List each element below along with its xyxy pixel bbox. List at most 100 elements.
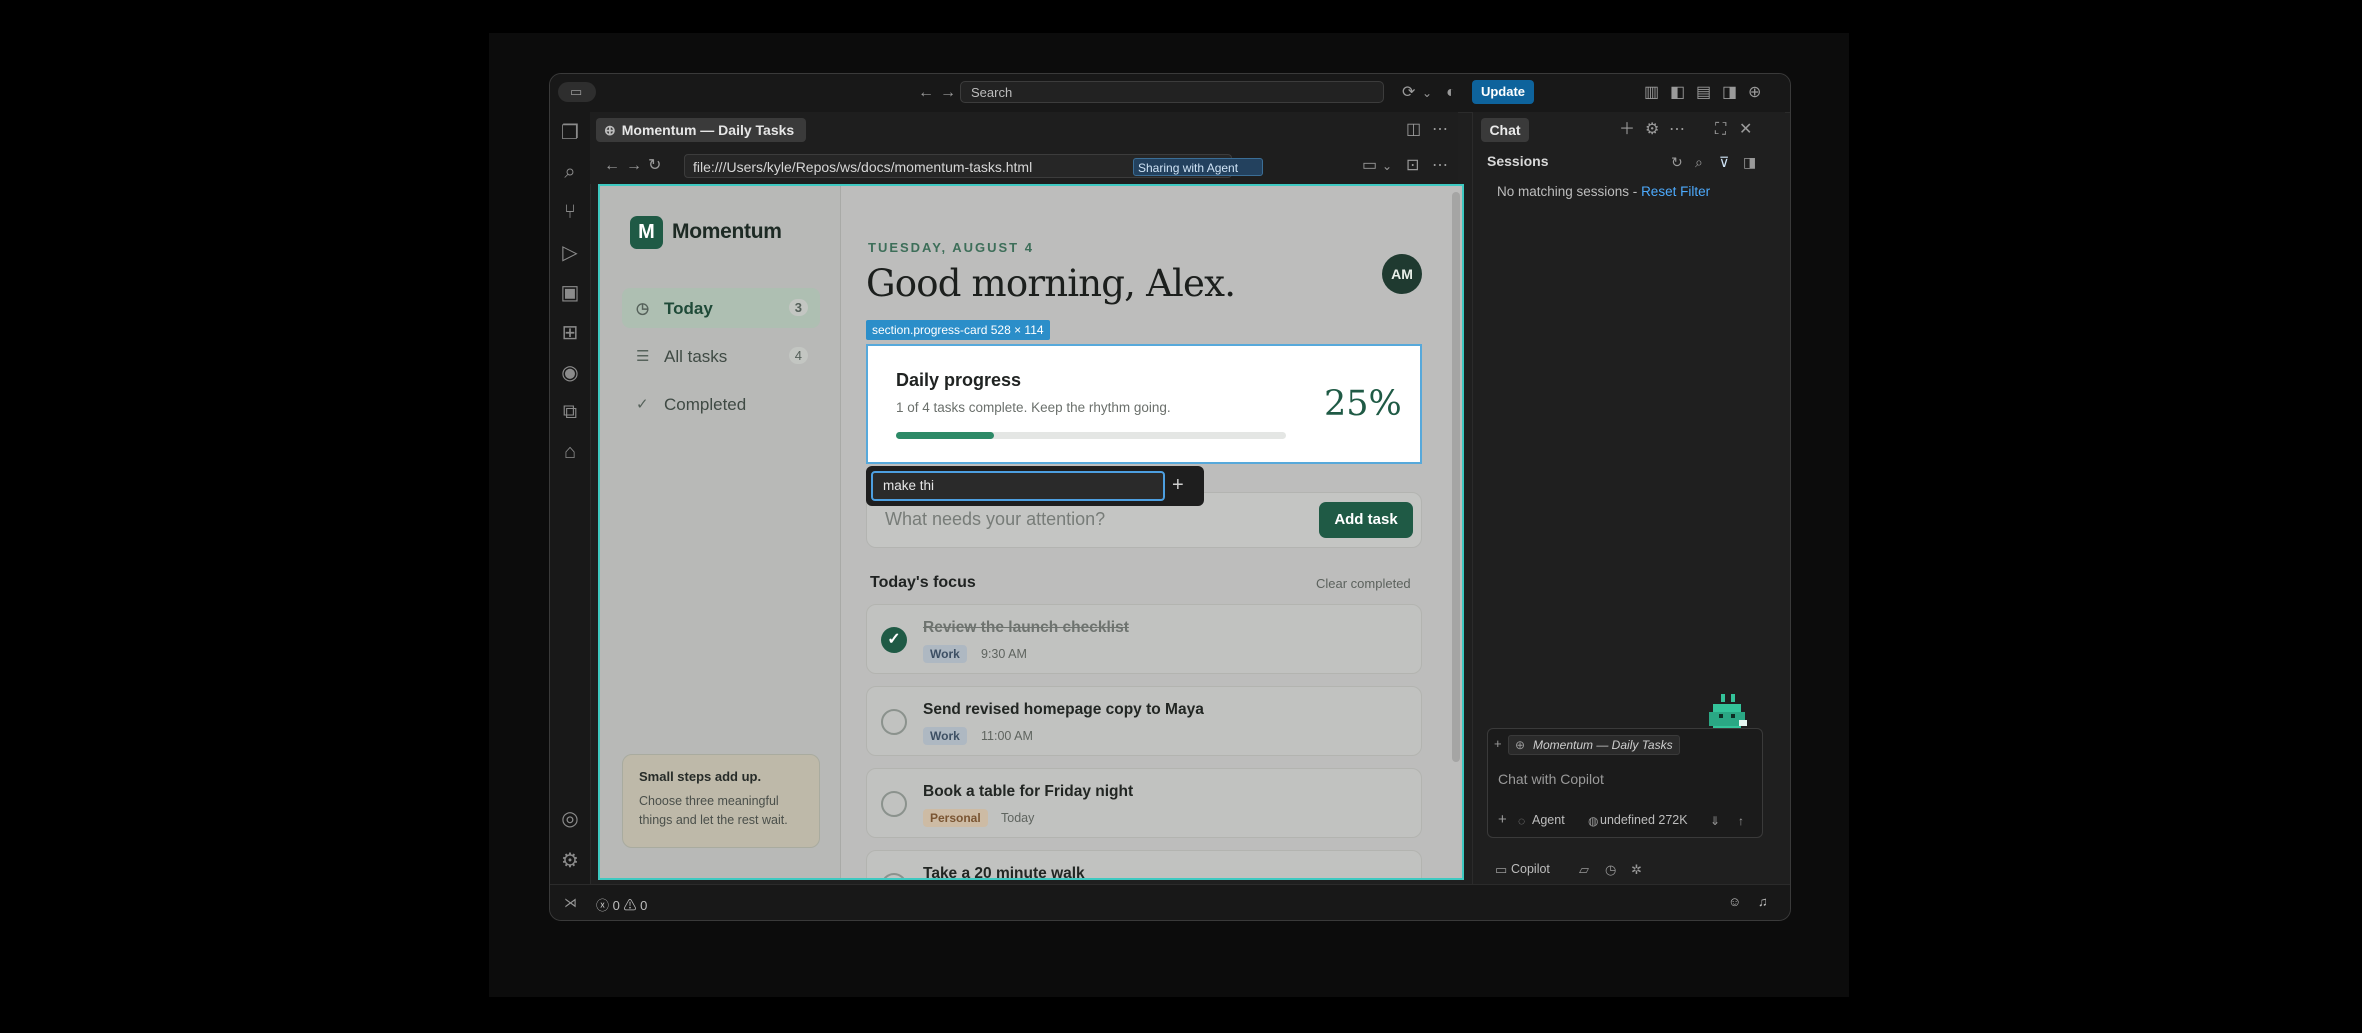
send-icon[interactable]: ↑ <box>1738 813 1744 829</box>
context-chip[interactable]: ⊕ Momentum — Daily Tasks <box>1508 735 1680 755</box>
command-search[interactable]: Search <box>960 81 1384 103</box>
avatar[interactable]: AM <box>1382 254 1422 294</box>
sparkle-icon[interactable]: ✲ <box>1631 862 1642 878</box>
task-time: Today <box>1001 811 1035 825</box>
checkbox[interactable] <box>881 791 907 817</box>
chat-sessions-icon[interactable]: ⧉ <box>550 392 590 432</box>
new-chat-icon[interactable]: ＋ <box>1619 122 1635 138</box>
more-actions-icon[interactable]: ⋯ <box>1669 122 1685 138</box>
filter-icon[interactable]: ⊽ <box>1719 154 1729 170</box>
split-editor-icon[interactable]: ◫ <box>1406 122 1421 138</box>
checkbox[interactable] <box>881 709 907 735</box>
add-task-button[interactable]: Add task <box>1319 502 1413 538</box>
chevron-down-icon[interactable]: ⌄ <box>1422 85 1432 101</box>
gear-icon[interactable]: ⚙ <box>1645 122 1659 138</box>
focus-heading: Today's focus <box>870 574 976 591</box>
inspect-icon[interactable]: ⊡ <box>1406 158 1419 174</box>
bell-icon[interactable]: ♫ <box>1758 894 1768 909</box>
copilot-footer-label[interactable]: Copilot <box>1511 862 1550 876</box>
comment-icon[interactable]: ▱ <box>1579 862 1589 878</box>
maximize-icon[interactable]: ⛶ <box>1715 122 1726 138</box>
task-item[interactable]: Take a 20 minute walk <box>866 850 1422 878</box>
nav-item-all-tasks[interactable]: ☰ All tasks 4 <box>622 336 820 376</box>
progress-percent: 25% <box>1324 384 1402 424</box>
plus-icon[interactable]: + <box>1172 474 1184 497</box>
app-sidebar: M Momentum ◷ Today 3 ☰ All tasks 4 ✓ Com… <box>600 186 841 878</box>
check-icon: ✓ <box>636 396 649 413</box>
update-button[interactable]: Update <box>1472 80 1534 104</box>
search-icon[interactable]: ⌕ <box>550 152 590 192</box>
history-icon[interactable]: ◷ <box>1605 862 1616 878</box>
remote-explorer-icon[interactable]: ▣ <box>550 272 590 312</box>
source-control-icon[interactable]: ⑂ <box>550 192 590 232</box>
greeting-heading: Good morning, Alex. <box>866 262 1236 305</box>
checkbox-checked[interactable]: ✓ <box>881 627 907 653</box>
task-item[interactable]: Send revised homepage copy to Maya Work … <box>866 686 1422 756</box>
task-title: Review the launch checklist <box>923 619 1129 636</box>
list-icon: ☰ <box>636 348 650 365</box>
more-actions-icon[interactable]: ⋯ <box>1432 122 1448 138</box>
copilot-status-icon[interactable]: ☺ <box>1728 894 1741 909</box>
nav-item-today[interactable]: ◷ Today 3 <box>622 288 820 328</box>
settings-gear-icon[interactable]: ⚙ <box>550 840 590 880</box>
task-tag: Work <box>923 727 967 745</box>
globe-icon[interactable]: ⊕ <box>1748 85 1761 101</box>
add-context-icon[interactable]: + <box>1494 736 1502 752</box>
download-icon[interactable]: ⇓ <box>1710 813 1720 829</box>
search-icon[interactable]: ⌕ <box>1695 154 1703 170</box>
chat-input-box: + ⊕ Momentum — Daily Tasks Chat with Cop… <box>1487 728 1763 838</box>
chat-tab[interactable]: Chat <box>1481 118 1529 142</box>
sidebar-left-icon[interactable]: ◧ <box>1670 85 1685 101</box>
url-field[interactable]: file:///Users/kyle/Repos/ws/docs/momentu… <box>684 154 1263 178</box>
github-icon[interactable]: ◉ <box>550 352 590 392</box>
sharing-badge[interactable]: Sharing with Agent <box>1133 158 1263 176</box>
explorer-icon[interactable]: ❐ <box>550 112 590 152</box>
attach-icon[interactable]: + <box>1498 812 1507 828</box>
activity-bar: ❐ ⌕ ⑂ ▷ ▣ ⊞ ◉ ⧉ ⌂ ◎ ⚙ <box>550 112 591 884</box>
reload-icon[interactable]: ↻ <box>648 158 661 174</box>
run-debug-icon[interactable]: ▷ <box>550 232 590 272</box>
close-icon[interactable]: ✕ <box>1739 122 1752 138</box>
more-actions-icon[interactable]: ⋯ <box>1432 158 1448 174</box>
scrollbar[interactable] <box>1452 192 1460 762</box>
add-task-input[interactable]: What needs your attention? <box>885 509 1105 530</box>
agent-mode-picker[interactable]: Agent <box>1532 813 1565 827</box>
chat-input[interactable]: Chat with Copilot <box>1498 771 1604 787</box>
refresh-icon[interactable]: ↻ <box>1671 154 1683 170</box>
problems-indicator[interactable]: ⓧ 0 ⚠ 0 <box>596 895 647 914</box>
sidebar-toggle-icon[interactable]: ◨ <box>1743 154 1756 170</box>
status-bar: ⋊ ⓧ 0 ⚠ 0 ☺ ♫ <box>550 884 1790 920</box>
back-arrow-icon[interactable]: ← <box>918 85 934 101</box>
comment-icon[interactable]: ▭ <box>1362 158 1377 174</box>
clear-completed-button[interactable]: Clear completed <box>1316 576 1411 591</box>
reset-filter-link[interactable]: Reset Filter <box>1641 184 1710 199</box>
sync-icon[interactable]: ⟳ <box>1402 85 1415 101</box>
clock-icon: ◷ <box>636 300 650 317</box>
remote-icon[interactable]: ⋊ <box>564 895 577 911</box>
progress-subtitle: 1 of 4 tasks complete. Keep the rhythm g… <box>896 400 1171 415</box>
back-arrow-icon[interactable]: ← <box>604 158 620 174</box>
extensions-icon[interactable]: ⊞ <box>550 312 590 352</box>
task-item[interactable]: Book a table for Friday night Personal T… <box>866 768 1422 838</box>
chevron-down-icon[interactable]: ⌄ <box>1382 158 1392 174</box>
ide-window: ▭ ← → Search ⟳ ⌄ ◐ Update ▥ ◧ ▤ ◨ ⊕ ❐ ⌕ … <box>549 73 1791 921</box>
account-icon[interactable]: ◎ <box>550 798 590 838</box>
layout-toggle-button[interactable]: ▭ <box>558 82 596 102</box>
checkbox[interactable] <box>881 873 907 878</box>
browser-viewport: M Momentum ◷ Today 3 ☰ All tasks 4 ✓ Com… <box>598 184 1464 880</box>
task-item[interactable]: ✓ Review the launch checklist Work 9:30 … <box>866 604 1422 674</box>
panel-bottom-icon[interactable]: ▤ <box>1696 85 1711 101</box>
containers-icon[interactable]: ⌂ <box>550 432 590 472</box>
tab-momentum[interactable]: ⊕ Momentum — Daily Tasks <box>596 118 806 142</box>
copilot-icon[interactable]: ◐ <box>1446 85 1456 101</box>
forward-arrow-icon[interactable]: → <box>626 158 642 174</box>
layout-icon[interactable]: ▥ <box>1644 85 1659 101</box>
edit-prompt-input[interactable]: make thi <box>871 471 1165 501</box>
forward-arrow-icon[interactable]: → <box>940 85 956 101</box>
nav-count: 4 <box>788 347 808 364</box>
sidebar-right-icon[interactable]: ◨ <box>1722 85 1737 101</box>
nav-item-completed[interactable]: ✓ Completed <box>622 384 820 424</box>
brand-logo: M <box>630 216 663 249</box>
model-picker[interactable]: undefined 272K <box>1600 813 1688 827</box>
progress-fill <box>896 432 994 439</box>
